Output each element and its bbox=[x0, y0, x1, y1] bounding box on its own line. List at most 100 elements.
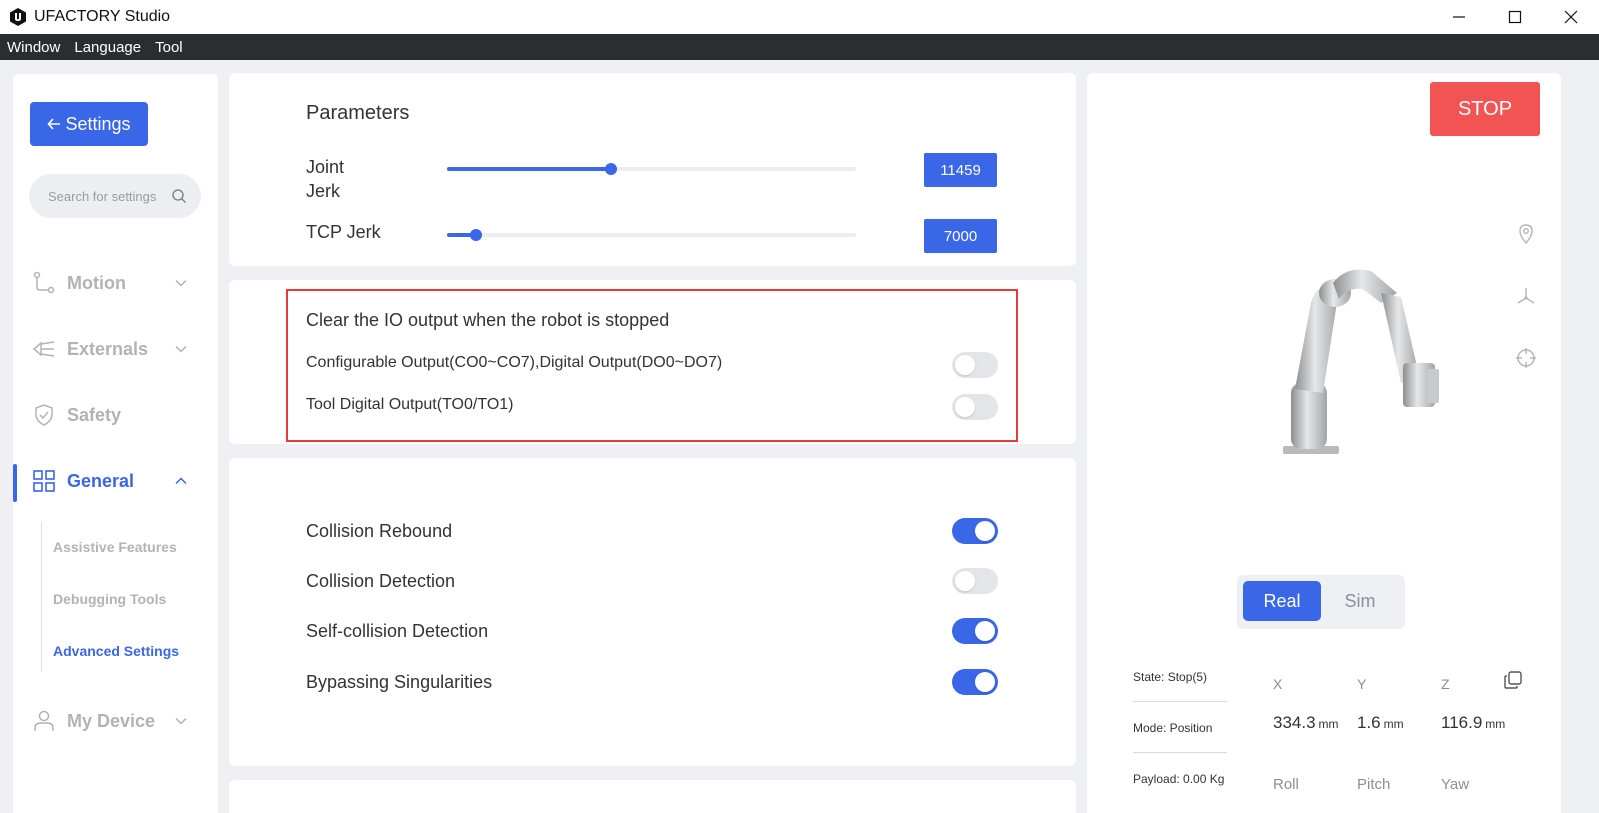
externals-icon bbox=[32, 341, 55, 357]
toggle-knob bbox=[975, 621, 995, 641]
collision-detection-label: Collision Detection bbox=[306, 571, 456, 591]
info-divider bbox=[1133, 752, 1227, 753]
chevron-down-icon bbox=[175, 279, 187, 287]
sidebar-item-my-device[interactable]: My Device bbox=[13, 706, 218, 736]
x-position-value: 334.3 mm bbox=[1273, 713, 1339, 733]
menu-window[interactable]: Window bbox=[0, 39, 67, 56]
crosshair-icon[interactable] bbox=[1515, 347, 1537, 369]
tcp-jerk-slider[interactable] bbox=[447, 229, 856, 241]
sidebar-item-label: Externals bbox=[67, 338, 149, 359]
maximize-button[interactable] bbox=[1487, 0, 1543, 34]
chevron-down-icon bbox=[175, 345, 187, 353]
chevron-down-icon bbox=[175, 717, 187, 725]
sidebar-item-motion[interactable]: Motion bbox=[13, 268, 218, 298]
self-collision-toggle[interactable] bbox=[952, 618, 998, 644]
tcp-jerk-label: TCP Jerk bbox=[306, 222, 381, 242]
copy-icon[interactable] bbox=[1503, 670, 1523, 690]
collision-detection-toggle[interactable] bbox=[952, 568, 998, 594]
search-icon bbox=[172, 189, 186, 203]
mode-real-button[interactable]: Real bbox=[1243, 581, 1321, 621]
sidebar-item-safety[interactable]: Safety bbox=[13, 400, 218, 430]
z-position-value: 116.9 mm bbox=[1441, 713, 1505, 733]
parameters-title: Parameters bbox=[306, 102, 410, 124]
chevron-up-icon bbox=[175, 477, 187, 485]
unit-label: mm bbox=[1485, 717, 1506, 731]
toggle-knob bbox=[955, 571, 975, 591]
slider-handle[interactable] bbox=[469, 229, 482, 241]
collision-features-panel: Collision Rebound Collision Detection Se… bbox=[229, 458, 1076, 766]
arrow-left-icon bbox=[47, 118, 61, 130]
location-pin-icon[interactable] bbox=[1515, 223, 1537, 245]
minimize-button[interactable] bbox=[1431, 0, 1487, 34]
minimize-icon bbox=[1453, 16, 1465, 18]
back-button-label: Settings bbox=[65, 113, 131, 134]
maximize-icon bbox=[1508, 10, 1522, 24]
slider-fill bbox=[447, 167, 611, 171]
joint-jerk-value-input[interactable]: 11459 bbox=[924, 153, 997, 187]
collision-rebound-label: Collision Rebound bbox=[306, 521, 453, 541]
robot-mode: Mode: Position bbox=[1133, 721, 1213, 735]
close-button[interactable] bbox=[1543, 0, 1599, 34]
sidebar-item-label: Safety bbox=[67, 404, 122, 425]
robot-view-panel: STOP Real Sim State: Stop(5) Mode: Posit… bbox=[1087, 73, 1561, 813]
self-collision-label: Self-collision Detection bbox=[306, 621, 489, 641]
parameters-panel: Parameters Joint Jerk 11459 TCP Jerk 700… bbox=[229, 73, 1076, 266]
sidebar-item-externals[interactable]: Externals bbox=[13, 334, 218, 364]
shield-icon bbox=[35, 404, 53, 426]
x-value: 334.3 bbox=[1273, 713, 1316, 732]
pitch-label: Pitch bbox=[1357, 776, 1391, 793]
highlight-box bbox=[286, 289, 1018, 442]
sidebar-item-label: General bbox=[67, 470, 135, 491]
joint-jerk-label-line2: Jerk bbox=[306, 181, 341, 201]
sidebar-subitem-debugging-tools[interactable]: Debugging Tools bbox=[53, 591, 166, 607]
collision-rebound-toggle[interactable] bbox=[952, 518, 998, 544]
roll-label: Roll bbox=[1273, 776, 1299, 793]
yaw-label: Yaw bbox=[1441, 776, 1470, 793]
sidebar-subitem-assistive-features[interactable]: Assistive Features bbox=[53, 539, 177, 555]
joint-jerk-slider[interactable] bbox=[447, 163, 856, 175]
search-input[interactable] bbox=[48, 188, 166, 204]
settings-search[interactable] bbox=[29, 174, 201, 218]
robot-arm-3d-view[interactable] bbox=[1277, 263, 1447, 473]
title-bar: UFACTORY Studio bbox=[0, 0, 1599, 34]
user-icon bbox=[34, 710, 54, 731]
y-value: 1.6 bbox=[1357, 713, 1381, 732]
menu-language[interactable]: Language bbox=[67, 39, 148, 56]
axes-icon[interactable] bbox=[1515, 285, 1537, 307]
info-divider bbox=[1133, 701, 1227, 702]
mode-sim-button[interactable]: Sim bbox=[1325, 581, 1395, 621]
back-to-settings-button[interactable]: Settings bbox=[30, 102, 148, 146]
x-axis-label: X bbox=[1273, 676, 1283, 692]
toggle-knob bbox=[975, 672, 995, 692]
tcp-jerk-value-input[interactable]: 7000 bbox=[924, 219, 997, 253]
unit-label: mm bbox=[1318, 717, 1339, 731]
menu-bar: Window Language Tool bbox=[0, 34, 1599, 60]
slider-handle[interactable] bbox=[604, 163, 617, 175]
sidebar-subitem-advanced-settings[interactable]: Advanced Settings bbox=[53, 643, 179, 659]
grid-icon bbox=[33, 470, 55, 492]
next-panel bbox=[229, 780, 1076, 813]
bypass-singularities-toggle[interactable] bbox=[952, 669, 998, 695]
app-logo-icon bbox=[10, 8, 26, 26]
z-axis-label: Z bbox=[1441, 676, 1450, 692]
y-position-value: 1.6 mm bbox=[1357, 713, 1404, 733]
sidebar-item-general[interactable]: General bbox=[13, 466, 218, 496]
robot-payload: Payload: 0.00 Kg bbox=[1133, 772, 1225, 786]
subtree-divider bbox=[41, 522, 42, 672]
y-axis-label: Y bbox=[1357, 676, 1367, 692]
z-value: 116.9 bbox=[1441, 713, 1483, 732]
stop-button[interactable]: STOP bbox=[1430, 82, 1540, 136]
sidebar-item-label: Motion bbox=[67, 272, 126, 293]
joint-jerk-label-line1: Joint bbox=[306, 157, 345, 177]
sidebar-item-label: My Device bbox=[67, 710, 156, 731]
menu-tool[interactable]: Tool bbox=[148, 39, 190, 56]
robot-state: State: Stop(5) bbox=[1133, 670, 1208, 684]
motion-icon bbox=[33, 271, 55, 294]
toggle-knob bbox=[975, 521, 995, 541]
close-icon bbox=[1564, 10, 1578, 24]
unit-label: mm bbox=[1383, 717, 1404, 731]
settings-sidebar: Settings Motion Externals Safety bbox=[13, 74, 218, 813]
real-sim-toggle: Real Sim bbox=[1237, 575, 1405, 629]
window-title: UFACTORY Studio bbox=[34, 8, 171, 25]
bypass-singularities-label: Bypassing Singularities bbox=[306, 672, 493, 692]
